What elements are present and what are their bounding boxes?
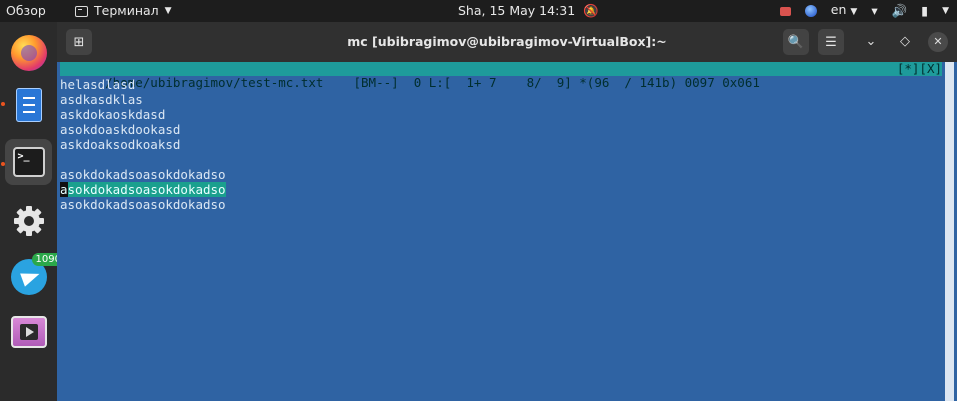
paper-plane-icon (19, 267, 42, 287)
minimize-button[interactable]: ⌄ (861, 32, 881, 52)
text-line: helasdlasd (60, 77, 136, 92)
status-file-info: /home/ubibragimov/test-mc.txt [BM--] 0 L… (105, 75, 760, 90)
hamburger-menu-icon: ☰ (825, 34, 837, 50)
terminal-icon (75, 5, 88, 17)
notes-icon (15, 88, 42, 122)
search-button[interactable]: 🔍 (783, 29, 809, 55)
text-cursor: a (60, 182, 68, 197)
telegram-icon: 1090 (10, 253, 65, 295)
clock[interactable]: Sha, 15 May 14:31 🔕 (458, 0, 599, 22)
firefox-icon (10, 35, 47, 71)
network-globe-icon[interactable] (804, 5, 817, 17)
text-line: asokdoaskdookasd (60, 122, 181, 137)
editor-area[interactable]: /home/ubibragimov/test-mc.txt [BM--] 0 L… (57, 62, 957, 401)
network-icon[interactable]: ▾ (871, 0, 877, 22)
status-flags[interactable]: [*][X] (897, 62, 942, 76)
search-icon: 🔍 (787, 34, 805, 50)
text-line: asokdokadsoasokdokadso (60, 197, 226, 212)
dock-settings[interactable] (5, 198, 52, 244)
terminal-window: mc [ubibragimov@ubibragimov-VirtualBox]:… (57, 22, 957, 401)
dock-terminal[interactable]: >_ (5, 139, 52, 185)
top-bar: Обзор Терминал ▼ Sha, 15 May 14:31 🔕 en … (0, 0, 957, 22)
chevron-down-icon: ▼ (164, 6, 172, 16)
volume-icon[interactable]: 🔊 (892, 0, 908, 22)
dock-firefox[interactable] (5, 30, 52, 76)
dock-notes[interactable] (5, 82, 52, 128)
scrollbar[interactable] (945, 62, 954, 401)
app-menu[interactable]: Терминал ▼ (75, 0, 172, 22)
text-line: askdoaksodkoaksd (60, 137, 181, 152)
language-indicator[interactable]: en ▼ (831, 0, 858, 23)
system-tray: en ▼ ▾ 🔊 ▮ ▼ (779, 0, 949, 23)
battery-icon[interactable]: ▮ (921, 0, 928, 22)
dock-telegram[interactable]: 1090 (5, 253, 65, 300)
close-button[interactable]: ✕ (928, 32, 948, 52)
activities-button[interactable]: Обзор (6, 0, 46, 22)
language-label: en (830, 2, 847, 17)
chevron-down-icon: ▼ (850, 7, 858, 17)
system-menu-chevron-icon[interactable]: ▼ (942, 0, 949, 22)
editor-status-bar: /home/ubibragimov/test-mc.txt [BM--] 0 L… (60, 62, 942, 90)
dock: >_ 1090 (0, 22, 65, 401)
new-tab-icon: ⊞ (73, 34, 85, 50)
gear-icon (12, 204, 46, 238)
screen-record-icon[interactable] (779, 6, 791, 16)
app-menu-label: Терминал (94, 3, 159, 18)
menu-button[interactable]: ☰ (818, 29, 844, 55)
window-titlebar[interactable]: mc [ubibragimov@ubibragimov-VirtualBox]:… (57, 22, 957, 62)
selected-text-line: asokdokadsoasokdokadso (60, 182, 226, 197)
clock-label: Sha, 15 May 14:31 (458, 3, 576, 18)
dock-video-player[interactable] (5, 309, 52, 355)
text-line: asdkasdklas (60, 92, 143, 107)
text-line: asokdokadsoasokdokadso (60, 167, 226, 182)
new-tab-button[interactable]: ⊞ (66, 29, 92, 55)
text-line: askdokaoskdasd (60, 107, 166, 122)
selection-highlight: sokdokadsoasokdokadso (67, 182, 226, 197)
terminal-icon: >_ (12, 147, 45, 177)
maximize-button[interactable]: ◇ (895, 32, 915, 52)
notifications-muted-icon: 🔕 (583, 3, 599, 18)
video-player-icon (10, 316, 47, 348)
